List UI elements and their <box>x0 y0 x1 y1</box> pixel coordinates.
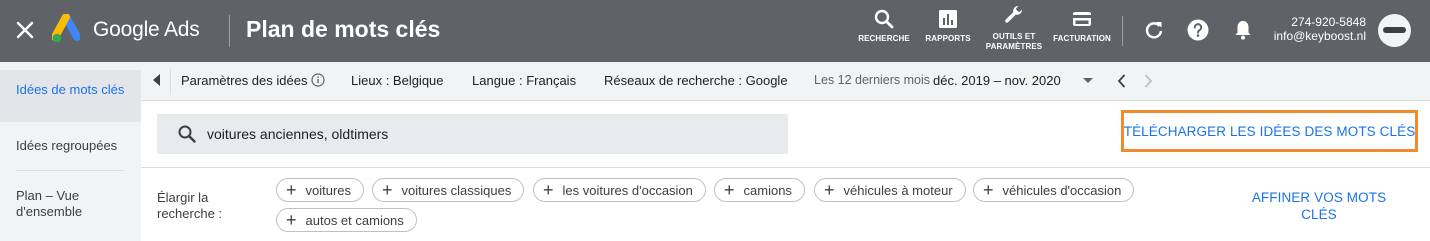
reports-tool-label: RAPPORTS <box>925 34 971 43</box>
avatar[interactable] <box>1378 14 1411 47</box>
network-filter[interactable]: Réseaux de recherche : Google <box>604 73 788 88</box>
broaden-chip[interactable]: + camions <box>714 178 805 202</box>
plus-icon: + <box>824 180 835 200</box>
reports-tool-button[interactable]: RAPPORTS <box>922 8 974 44</box>
chip-label: camions <box>743 182 792 198</box>
chip-label: les voitures d'occasion <box>562 182 693 198</box>
billing-tool-label: FACTURATION <box>1053 34 1111 43</box>
location-filter[interactable]: Lieux : Belgique <box>351 73 444 88</box>
chip-label: véhicules à moteur <box>843 182 953 198</box>
chip-label: véhicules d'occasion <box>1002 182 1122 198</box>
plus-icon: + <box>724 180 735 200</box>
chip-label: voitures classiques <box>401 182 512 198</box>
plus-icon: + <box>286 180 297 200</box>
sidebar-item-keyword-ideas[interactable]: Idées de mots clés <box>0 70 141 122</box>
idea-params-label[interactable]: Paramètres des idées <box>181 73 307 88</box>
chevron-right-icon[interactable] <box>1143 73 1153 89</box>
header-divider-2 <box>1122 16 1123 46</box>
download-keyword-ideas-button[interactable]: TÉLÉCHARGER LES IDÉES DES MOTS CLÉS <box>1121 110 1418 152</box>
collapse-sidebar-icon[interactable] <box>153 74 160 86</box>
chevron-left-icon[interactable] <box>1117 73 1127 89</box>
account-info[interactable]: 274-920-5848 info@keyboost.nl <box>1250 15 1366 43</box>
refine-keywords-button[interactable]: AFFINER VOS MOTS CLÉS <box>1243 189 1395 223</box>
info-icon[interactable] <box>311 73 325 87</box>
search-icon <box>178 125 196 143</box>
bar-chart-icon <box>939 10 957 28</box>
search-icon <box>874 9 894 29</box>
plus-icon: + <box>983 180 994 200</box>
keyword-search-field[interactable] <box>157 114 788 154</box>
header-divider <box>229 15 230 47</box>
refresh-icon[interactable] <box>1143 19 1165 41</box>
sidebar-nav: Idées de mots clés Idées regroupées Plan… <box>0 62 141 241</box>
search-tool-button[interactable]: RECHERCHE <box>856 8 912 44</box>
billing-tool-button[interactable]: FACTURATION <box>1052 8 1112 44</box>
tools-label-line2: PARAMÈTRES <box>985 42 1043 51</box>
broaden-chip[interactable]: + autos et camions <box>276 208 417 232</box>
help-icon[interactable] <box>1186 18 1210 42</box>
account-id: 274-920-5848 <box>1291 15 1366 29</box>
brand-name: Google Ads <box>93 18 200 41</box>
period-value[interactable]: déc. 2019 – nov. 2020 <box>933 73 1061 88</box>
dropdown-arrow-icon[interactable] <box>1083 78 1093 83</box>
tools-label-line1: OUTILS ET <box>992 32 1036 41</box>
filter-bar: Paramètres des idées Lieux : Belgique La… <box>141 62 1430 101</box>
wrench-icon <box>1005 5 1023 23</box>
chip-label: voitures <box>305 182 352 198</box>
period-label: Les 12 derniers mois <box>814 73 931 87</box>
sidebar-item-grouped-ideas[interactable]: Idées regroupées <box>16 138 132 154</box>
google-ads-logo <box>52 14 80 43</box>
sidebar-item-plan-overview[interactable]: Plan – Vue d'ensemble <box>16 188 132 220</box>
broaden-chip[interactable]: + véhicules à moteur <box>814 178 966 202</box>
chip-label: autos et camions <box>305 212 404 228</box>
broaden-search-label: Élargir la recherche : <box>157 190 223 221</box>
top-app-bar: Google Ads Plan de mots clés RECHERCHE R… <box>0 0 1430 62</box>
sidebar-divider <box>16 170 124 171</box>
broaden-chip[interactable]: + véhicules d'occasion <box>973 178 1135 202</box>
plus-icon: + <box>543 180 554 200</box>
language-filter[interactable]: Langue : Français <box>472 73 576 88</box>
broaden-chip[interactable]: + voitures <box>276 178 365 202</box>
close-icon[interactable] <box>14 19 36 41</box>
tools-settings-button[interactable]: OUTILS ET PARAMÈTRES <box>984 4 1044 52</box>
filter-divider <box>170 69 171 95</box>
plus-icon: + <box>286 210 297 230</box>
section-divider <box>141 167 1430 168</box>
account-email: info@keyboost.nl <box>1273 29 1366 43</box>
plus-icon: + <box>382 180 393 200</box>
broaden-chip[interactable]: + voitures classiques <box>372 178 525 202</box>
sidebar-item-label: Idées de mots clés <box>16 82 125 97</box>
search-tool-label: RECHERCHE <box>858 34 910 43</box>
page-title: Plan de mots clés <box>246 16 441 42</box>
credit-card-icon <box>1073 12 1091 26</box>
broaden-chip[interactable]: + les voitures d'occasion <box>533 178 706 202</box>
search-input[interactable] <box>207 124 767 144</box>
